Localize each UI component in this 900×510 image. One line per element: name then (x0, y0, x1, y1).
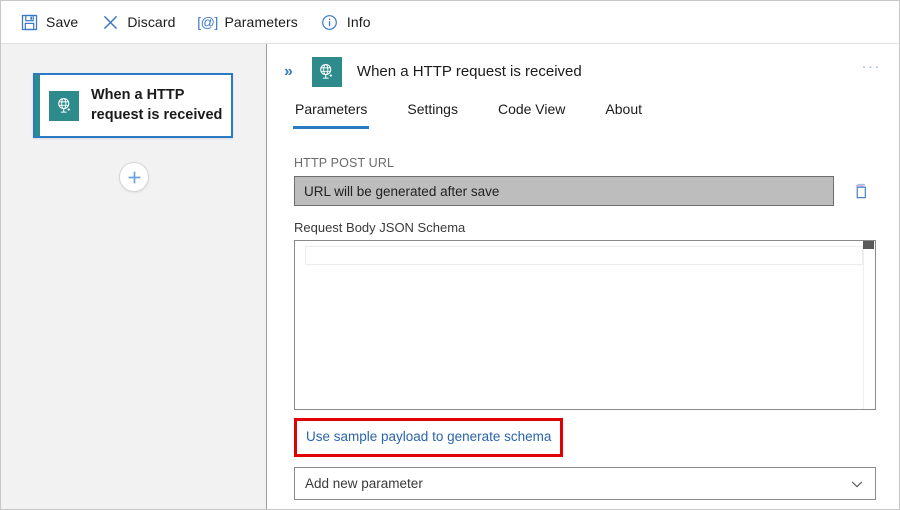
command-bar: Save Discard [@] Parameters (1, 1, 900, 44)
save-floppy-icon (19, 12, 39, 32)
sample-payload-highlight-box: Use sample payload to generate schema (294, 418, 563, 457)
at-bracket-glyph: [@] (197, 14, 218, 30)
discard-button[interactable]: Discard (96, 6, 183, 38)
add-new-parameter-label: Add new parameter (305, 476, 423, 491)
detail-pane-header: » When a HTTP request is received ··· (268, 44, 900, 99)
http-request-globe-icon (312, 57, 342, 87)
schema-editor-scrollbar[interactable] (863, 241, 875, 409)
schema-editor-scrollbar-thumb[interactable] (863, 241, 874, 249)
add-new-parameter-dropdown[interactable]: Add new parameter (294, 467, 876, 500)
info-button[interactable]: Info (316, 6, 379, 38)
workflow-node-title: When a HTTP request is received (91, 86, 231, 125)
workflow-node-http-trigger[interactable]: When a HTTP request is received (33, 73, 233, 138)
tab-parameters[interactable]: Parameters (293, 99, 369, 129)
copy-url-button[interactable] (846, 176, 876, 206)
double-chevron-right-icon[interactable]: » (278, 61, 299, 83)
chevron-down-icon (850, 477, 864, 491)
parameters-form: HTTP POST URL URL will be generated afte… (268, 137, 900, 500)
http-post-url-input: URL will be generated after save (294, 176, 834, 206)
close-x-icon (100, 12, 120, 32)
use-sample-payload-link[interactable]: Use sample payload to generate schema (306, 429, 551, 444)
tab-about[interactable]: About (603, 99, 644, 129)
http-request-globe-icon (49, 91, 79, 121)
node-accent-bar (35, 75, 40, 136)
info-button-label: Info (347, 14, 371, 30)
designer-canvas[interactable]: When a HTTP request is received (1, 44, 267, 510)
at-bracket-icon: [@] (197, 12, 217, 32)
discard-button-label: Discard (127, 14, 175, 30)
detail-pane-tabs: Parameters Settings Code View About (268, 99, 900, 137)
http-post-url-row: URL will be generated after save (294, 176, 876, 206)
http-post-url-label: HTTP POST URL (294, 156, 876, 170)
tab-code-view[interactable]: Code View (496, 99, 567, 129)
plus-icon (127, 170, 142, 185)
schema-editor-first-line (305, 246, 863, 265)
tab-settings[interactable]: Settings (405, 99, 460, 129)
save-button[interactable]: Save (15, 6, 86, 38)
logic-app-designer-window: Save Discard [@] Parameters (0, 0, 900, 510)
node-detail-pane: » When a HTTP request is received ··· Pa… (268, 44, 900, 510)
info-circle-icon (320, 12, 340, 32)
add-step-button[interactable] (119, 162, 149, 192)
detail-pane-title: When a HTTP request is received (357, 63, 582, 80)
request-body-schema-editor[interactable] (294, 240, 876, 410)
copy-pages-icon (852, 182, 871, 201)
parameters-button-label: Parameters (224, 14, 297, 30)
ellipsis-horizontal-icon[interactable]: ··· (859, 58, 885, 76)
save-button-label: Save (46, 14, 78, 30)
request-body-schema-label: Request Body JSON Schema (294, 220, 876, 235)
parameters-button[interactable]: [@] Parameters (193, 6, 305, 38)
